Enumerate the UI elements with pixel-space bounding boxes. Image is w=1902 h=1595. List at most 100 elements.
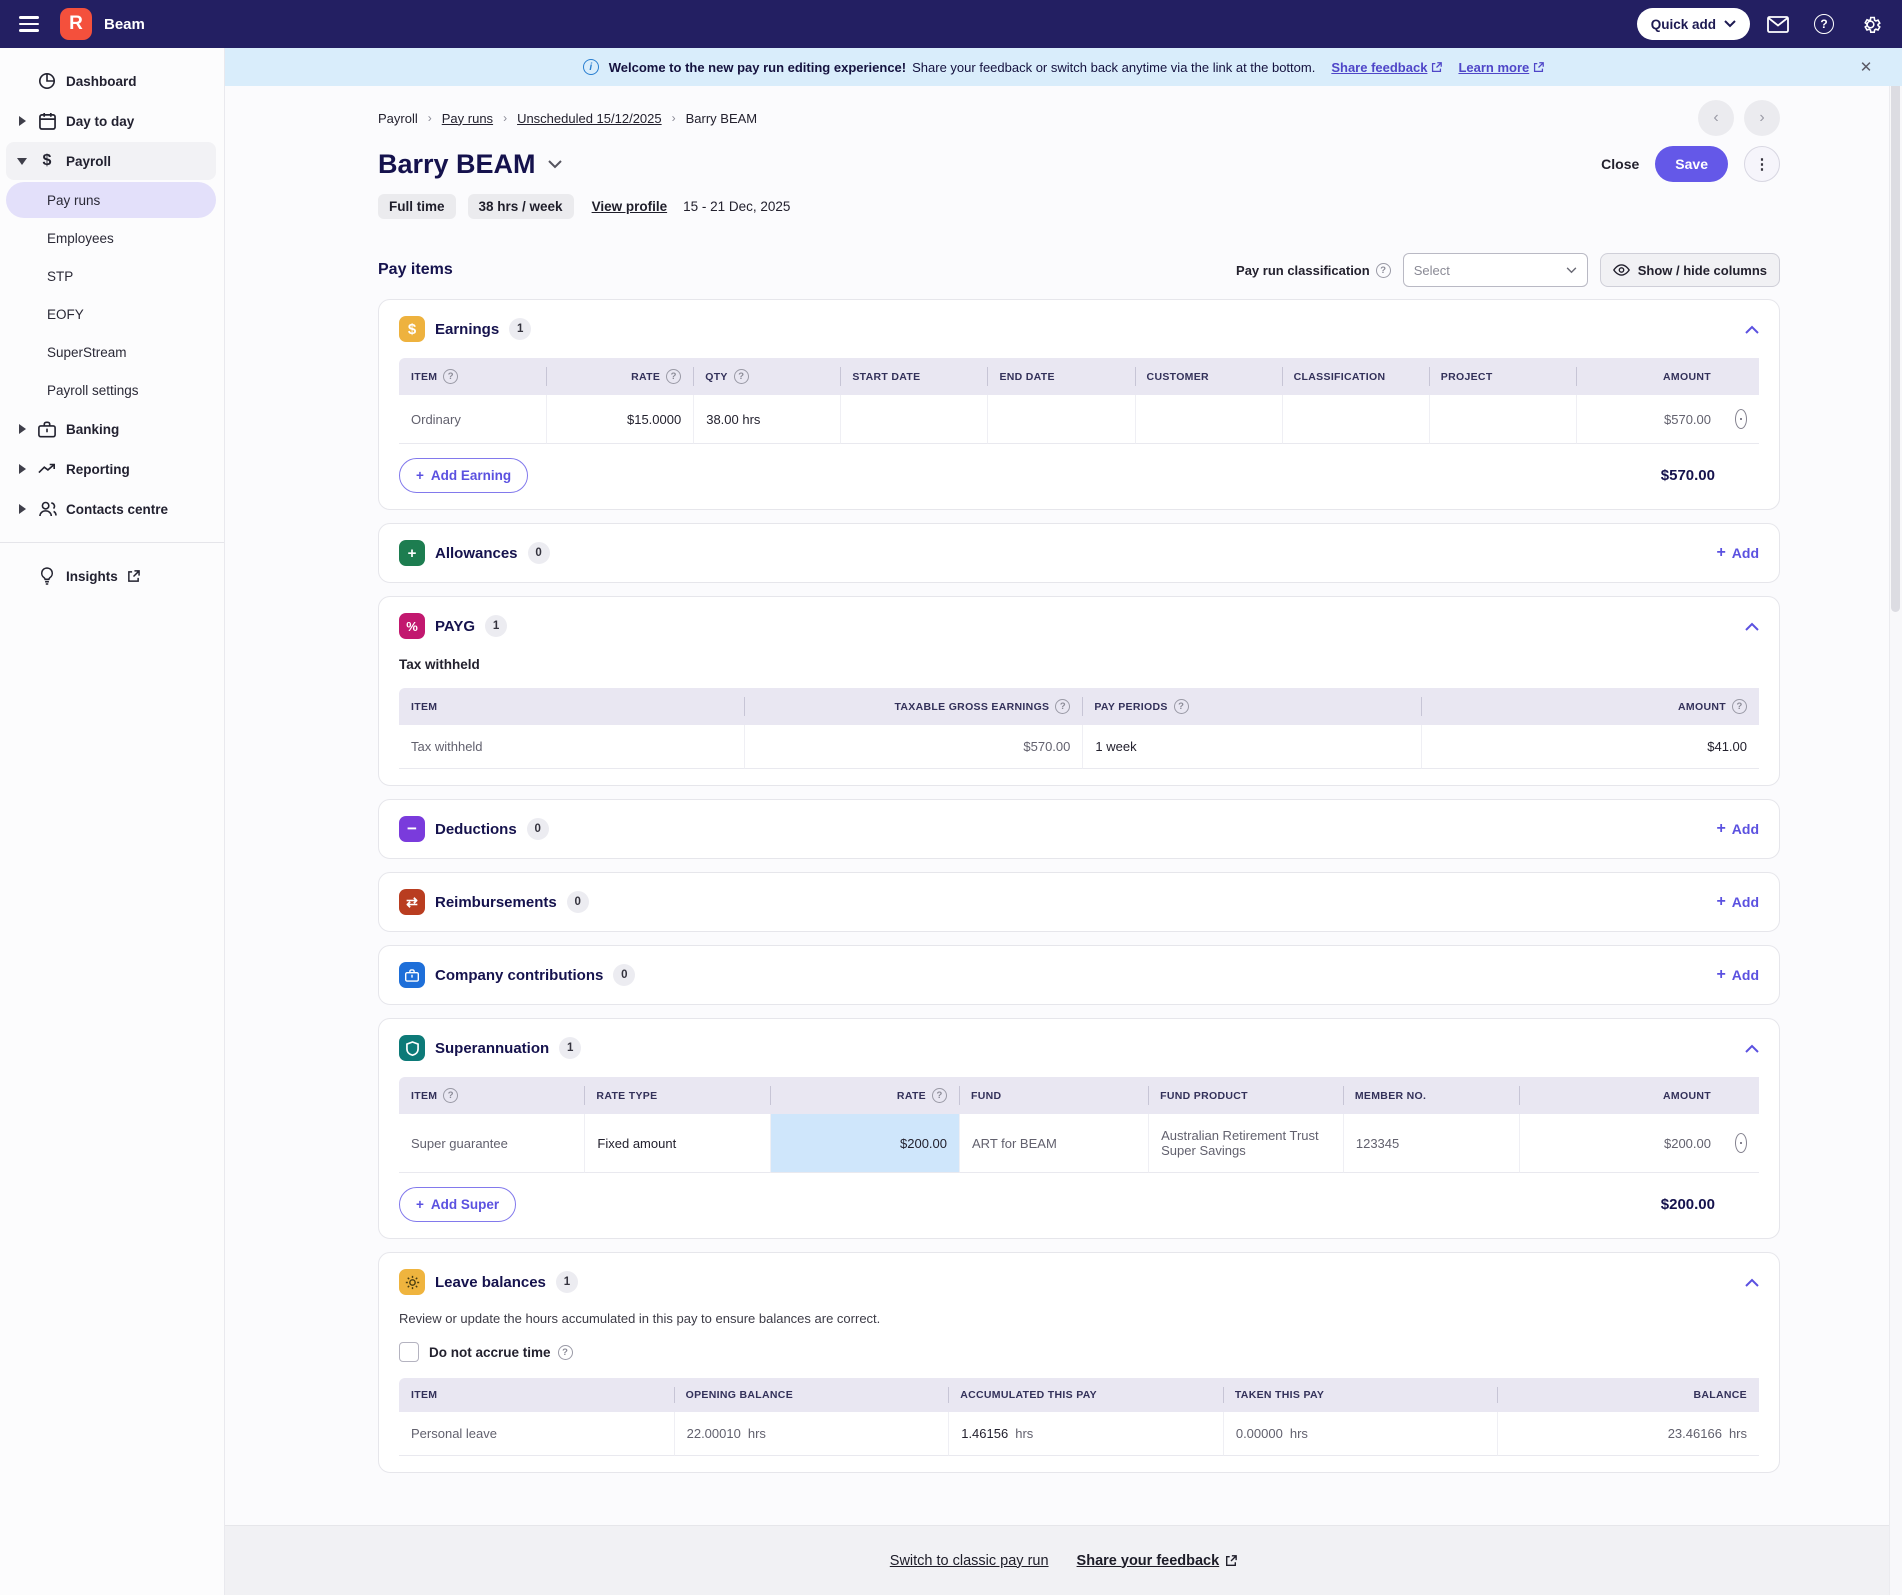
scrollbar-thumb[interactable] bbox=[1891, 52, 1900, 612]
share-feedback-link[interactable]: Share feedback bbox=[1331, 60, 1443, 75]
earnings-table: Item Rate Qty Start date End date Custom… bbox=[399, 358, 1759, 444]
help-icon[interactable] bbox=[443, 1088, 459, 1103]
sidebar-item-eofy[interactable]: EOFY bbox=[6, 296, 216, 332]
chevron-down-icon bbox=[1566, 266, 1577, 273]
earnings-project-cell[interactable] bbox=[1428, 395, 1576, 444]
people-icon bbox=[37, 501, 57, 517]
earnings-item-cell[interactable]: Ordinary bbox=[399, 395, 547, 444]
breadcrumb-unscheduled[interactable]: Unscheduled 15/12/2025 bbox=[517, 111, 662, 126]
sidebar-item-employees[interactable]: Employees bbox=[6, 220, 216, 256]
close-banner-icon[interactable] bbox=[1856, 57, 1876, 77]
collapse-payg-button[interactable] bbox=[1745, 622, 1759, 631]
leave-taken-cell[interactable]: 0.00000 hrs bbox=[1222, 1412, 1498, 1456]
leave-accumulated-cell[interactable]: 1.46156 hrs bbox=[948, 1412, 1223, 1456]
sidebar-item-pay-runs[interactable]: Pay runs bbox=[6, 182, 216, 218]
external-link-icon bbox=[127, 569, 140, 582]
mail-button[interactable] bbox=[1760, 6, 1796, 42]
plus-icon: + bbox=[1716, 820, 1726, 837]
company-contributions-icon bbox=[399, 962, 425, 988]
earnings-qty-cell[interactable]: 38.00 hrs bbox=[693, 395, 841, 444]
sidebar-item-day-to-day[interactable]: Day to day bbox=[6, 102, 216, 140]
collapse-leave-button[interactable] bbox=[1745, 1278, 1759, 1287]
chevron-right-icon: › bbox=[503, 111, 508, 125]
chevron-down-icon[interactable] bbox=[547, 159, 562, 169]
previous-employee-button[interactable]: ‹ bbox=[1698, 100, 1734, 136]
expand-icon bbox=[18, 464, 26, 474]
collapse-superannuation-button[interactable] bbox=[1745, 1044, 1759, 1053]
help-icon[interactable] bbox=[1375, 262, 1391, 278]
sidebar-item-payroll[interactable]: Payroll bbox=[6, 142, 216, 180]
super-amount-cell: $200.00 bbox=[1519, 1114, 1723, 1173]
share-your-feedback-link[interactable]: Share your feedback bbox=[1077, 1553, 1238, 1569]
help-button[interactable] bbox=[1806, 6, 1842, 42]
external-link-icon bbox=[1432, 61, 1443, 72]
pay-items-heading: Pay items bbox=[378, 261, 453, 278]
help-icon[interactable] bbox=[1055, 699, 1071, 714]
sidebar-item-stp[interactable]: STP bbox=[6, 258, 216, 294]
super-rate-cell[interactable]: $200.00 bbox=[769, 1114, 959, 1173]
add-super-button[interactable]: + Add Super bbox=[399, 1187, 517, 1222]
super-item-cell: Super guarantee bbox=[399, 1114, 585, 1173]
superannuation-total: $200.00 bbox=[1660, 1196, 1715, 1213]
payg-periods-cell[interactable]: 1 week bbox=[1082, 725, 1421, 769]
add-reimbursement-button[interactable]: + Add bbox=[1716, 893, 1759, 911]
add-earning-button[interactable]: + Add Earning bbox=[399, 458, 529, 493]
info-icon bbox=[582, 59, 599, 75]
help-icon[interactable] bbox=[557, 1344, 573, 1360]
payg-amount-cell[interactable]: $41.00 bbox=[1420, 725, 1759, 769]
sidebar-item-contacts-centre[interactable]: Contacts centre bbox=[6, 490, 216, 528]
super-rate-type-cell[interactable]: Fixed amount bbox=[584, 1114, 770, 1173]
earnings-customer-cell[interactable] bbox=[1134, 395, 1282, 444]
sidebar-item-dashboard[interactable]: Dashboard bbox=[6, 62, 216, 100]
add-allowance-button[interactable]: + Add bbox=[1716, 544, 1759, 562]
add-company-contribution-button[interactable]: + Add bbox=[1716, 966, 1759, 984]
view-profile-link[interactable]: View profile bbox=[592, 199, 668, 214]
sidebar-item-payroll-settings[interactable]: Payroll settings bbox=[6, 372, 216, 408]
switch-to-classic-link[interactable]: Switch to classic pay run bbox=[890, 1553, 1049, 1569]
super-fund-cell[interactable]: ART for BEAM bbox=[959, 1114, 1149, 1173]
allowances-section: Allowances 0 + Add bbox=[378, 523, 1780, 583]
scrollbar-track[interactable] bbox=[1889, 48, 1902, 1595]
chevron-right-icon: › bbox=[671, 111, 676, 125]
remove-row-icon[interactable] bbox=[1734, 1133, 1747, 1153]
sidebar-item-banking[interactable]: Banking bbox=[6, 410, 216, 448]
help-icon[interactable] bbox=[1173, 699, 1189, 714]
more-options-button[interactable] bbox=[1744, 146, 1780, 182]
leave-item-cell: Personal leave bbox=[399, 1412, 674, 1456]
earnings-classification-cell[interactable] bbox=[1281, 395, 1429, 444]
help-icon[interactable] bbox=[733, 369, 749, 384]
collapse-earnings-button[interactable] bbox=[1745, 325, 1759, 334]
earnings-end-date-cell[interactable] bbox=[987, 395, 1135, 444]
do-not-accrue-label: Do not accrue time bbox=[429, 1344, 573, 1360]
classification-select[interactable]: Select bbox=[1402, 253, 1588, 287]
help-icon[interactable] bbox=[932, 1088, 947, 1103]
earnings-rate-cell[interactable]: $15.0000 bbox=[546, 395, 694, 444]
sidebar-item-insights[interactable]: Insights bbox=[6, 557, 216, 595]
close-button[interactable]: Close bbox=[1601, 156, 1639, 172]
app-logo[interactable]: Beam bbox=[60, 8, 145, 40]
settings-button[interactable] bbox=[1852, 6, 1888, 42]
save-button[interactable]: Save bbox=[1655, 146, 1728, 182]
sidebar-item-reporting[interactable]: Reporting bbox=[6, 450, 216, 488]
next-employee-button[interactable]: › bbox=[1744, 100, 1780, 136]
super-fund-product-cell: Australian Retirement Trust Super Saving… bbox=[1148, 1114, 1343, 1173]
show-hide-columns-button[interactable]: Show / hide columns bbox=[1599, 253, 1780, 287]
breadcrumb-pay-runs[interactable]: Pay runs bbox=[442, 111, 493, 126]
quick-add-button[interactable]: Quick add bbox=[1636, 8, 1750, 40]
remove-row-icon[interactable] bbox=[1735, 409, 1747, 429]
quick-add-label: Quick add bbox=[1650, 16, 1716, 32]
leave-balances-section: Leave balances 1 Review or update the ho… bbox=[378, 1252, 1780, 1473]
help-icon[interactable] bbox=[1732, 699, 1747, 714]
chevron-up-icon bbox=[1745, 622, 1759, 631]
sidebar-item-superstream[interactable]: SuperStream bbox=[6, 334, 216, 370]
learn-more-link[interactable]: Learn more bbox=[1458, 60, 1545, 75]
earnings-start-date-cell[interactable] bbox=[840, 395, 988, 444]
do-not-accrue-checkbox[interactable] bbox=[399, 1342, 419, 1362]
leave-opening-cell[interactable]: 22.00010 hrs bbox=[673, 1412, 949, 1456]
help-icon[interactable] bbox=[443, 369, 459, 384]
add-deduction-button[interactable]: + Add bbox=[1716, 820, 1759, 838]
help-icon[interactable] bbox=[666, 369, 682, 384]
breadcrumb-payroll[interactable]: Payroll bbox=[378, 111, 418, 126]
payg-taxable-cell: $570.00 bbox=[744, 725, 1083, 769]
menu-icon[interactable] bbox=[12, 7, 46, 41]
